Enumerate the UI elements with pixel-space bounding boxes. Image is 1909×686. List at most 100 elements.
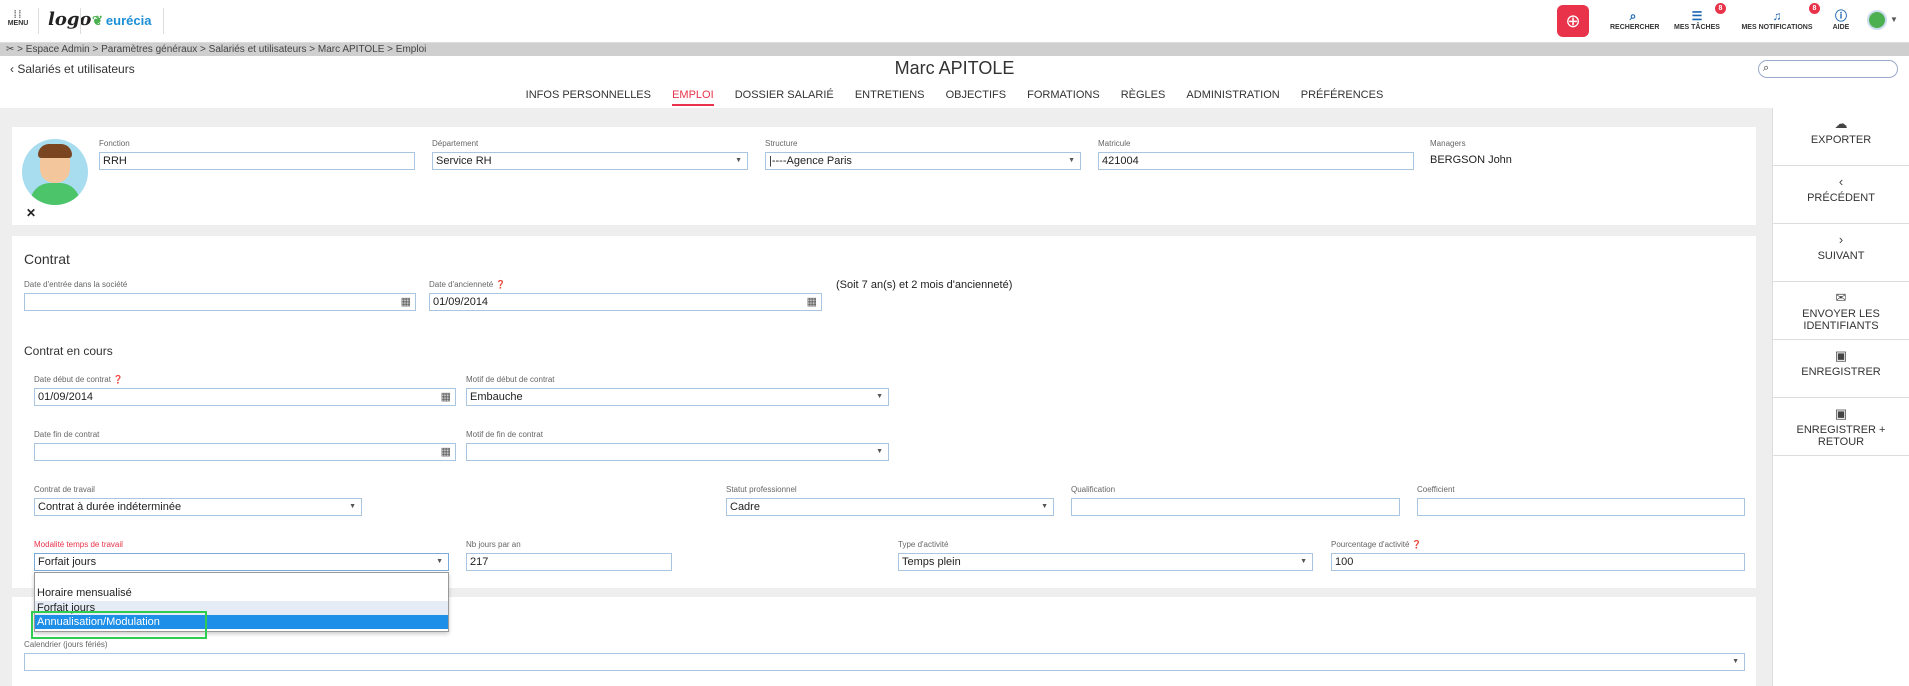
motif-debut-select[interactable]: Embauche ▼ — [466, 388, 889, 406]
search-icon: ⌕ — [1629, 9, 1637, 23]
tab-entretiens[interactable]: ENTRETIENS — [855, 89, 925, 104]
previous-button[interactable]: ‹ PRÉCÉDENT — [1773, 166, 1909, 224]
pourcentage-label: Pourcentage d'activité ❓ — [1331, 540, 1422, 549]
action-panel: ☁ EXPORTER ‹ PRÉCÉDENT › SUIVANT ✉ ENVOYER L… — [1772, 108, 1909, 686]
nb-jours-label: Nb jours par an — [466, 540, 521, 549]
floppy-icon: ▣ — [1834, 348, 1848, 363]
chevron-right-icon: › — [1838, 232, 1844, 247]
caret-down-icon: ▼ — [436, 558, 443, 565]
calendrier-select[interactable]: ▼ — [24, 653, 1745, 671]
profile-card — [12, 127, 1756, 225]
date-debut-input[interactable]: 01/09/2014 ▦ — [34, 388, 456, 406]
structure-label: Structure — [765, 139, 798, 148]
calendrier-label: Calendrier (jours fériés) — [24, 640, 108, 649]
tab-preferences[interactable]: PRÉFÉRENCES — [1301, 89, 1384, 104]
contrat-travail-select[interactable]: Contrat à durée indéterminée ▼ — [34, 498, 362, 516]
motif-debut-value: Embauche — [470, 391, 523, 403]
divider — [38, 8, 39, 34]
send-credentials-button[interactable]: ✉ ENVOYER LES IDENTIFIANTS — [1773, 282, 1909, 340]
date-anciennete-value: 01/09/2014 — [433, 296, 489, 308]
caret-down-icon[interactable]: ▼ — [1890, 15, 1898, 24]
help-icon: ⓘ — [1834, 9, 1847, 23]
menu-grid-icon: ⁞⁞ — [13, 9, 23, 21]
tab-dossier-salarie[interactable]: DOSSIER SALARIÉ — [735, 89, 834, 104]
managers-label: Managers — [1430, 139, 1466, 148]
calendar-icon[interactable]: ▦ — [807, 294, 817, 310]
next-button[interactable]: › SUIVANT — [1773, 224, 1909, 282]
date-debut-value: 01/09/2014 — [38, 391, 94, 403]
save-button[interactable]: ▣ ENREGISTRER — [1773, 340, 1909, 398]
header-search-input[interactable]: ⌕ — [1758, 60, 1898, 78]
structure-select[interactable]: |----Agence Paris ▼ — [765, 152, 1081, 170]
add-button[interactable]: ⊕ — [1557, 5, 1589, 37]
breadcrumb-path[interactable]: Espace Admin > Paramètres généraux > Sal… — [26, 44, 427, 55]
matricule-input[interactable]: 421004 — [1098, 152, 1414, 170]
info-icon[interactable]: ❓ — [113, 375, 123, 384]
tasks-tool[interactable]: ☰ 8 MES TÂCHES — [1674, 3, 1726, 31]
tab-infos-personnelles[interactable]: INFOS PERSONNELLES — [526, 89, 651, 104]
caret-down-icon: ▼ — [1068, 157, 1075, 164]
fonction-input[interactable]: RRH — [99, 152, 415, 170]
qualification-input[interactable] — [1071, 498, 1400, 516]
export-button[interactable]: ☁ EXPORTER — [1773, 108, 1909, 166]
divider — [163, 8, 164, 34]
managers-value: BERGSON John — [1430, 154, 1512, 166]
tab-administration[interactable]: ADMINISTRATION — [1186, 89, 1279, 104]
breadcrumb: ✂ > Espace Admin > Paramètres généraux >… — [0, 43, 1909, 56]
highlight-box — [31, 611, 207, 639]
statut-select[interactable]: Cadre ▼ — [726, 498, 1054, 516]
remove-photo-icon[interactable]: ✕ — [26, 206, 36, 220]
brand-logo[interactable]: ❦ eurécia — [92, 13, 151, 29]
notifications-tool[interactable]: ♫ 8 MES NOTIFICATIONS — [1740, 3, 1820, 31]
tab-regles[interactable]: RÈGLES — [1121, 89, 1166, 104]
tab-objectifs[interactable]: OBJECTIFS — [946, 89, 1007, 104]
type-activite-value: Temps plein — [902, 556, 961, 568]
coefficient-input[interactable] — [1417, 498, 1745, 516]
departement-label: Département — [432, 139, 479, 148]
menu-button[interactable]: ⁞⁞ MENU — [6, 9, 30, 28]
search-tool-label: RECHERCHER — [1610, 24, 1660, 31]
divider — [80, 8, 81, 34]
type-activite-select[interactable]: Temps plein ▼ — [898, 553, 1313, 571]
date-fin-input[interactable]: ▦ — [34, 443, 456, 461]
leaf-icon: ❦ — [92, 13, 103, 28]
pourcentage-label-text: Pourcentage d'activité — [1331, 540, 1410, 549]
date-entree-input[interactable]: ▦ — [24, 293, 416, 311]
menu-label: MENU — [7, 20, 29, 27]
info-icon[interactable]: ❓ — [1412, 540, 1422, 549]
nb-jours-input[interactable]: 217 — [466, 553, 672, 571]
date-anciennete-label-text: Date d'ancienneté — [429, 280, 494, 289]
help-tool-label: AIDE — [1832, 24, 1850, 31]
date-debut-label: Date début de contrat ❓ — [34, 375, 123, 384]
search-tool[interactable]: ⌕ RECHERCHER — [1610, 8, 1660, 31]
motif-fin-label: Motif de fin de contrat — [466, 430, 543, 439]
calendar-icon[interactable]: ▦ — [441, 389, 451, 405]
caret-down-icon: ▼ — [876, 448, 883, 455]
tab-bar: INFOS PERSONNELLES EMPLOI DOSSIER SALARI… — [0, 89, 1909, 106]
departement-select[interactable]: Service RH ▼ — [432, 152, 748, 170]
employee-avatar[interactable] — [22, 139, 88, 205]
avatar-hair — [38, 144, 72, 158]
info-icon[interactable]: ❓ — [495, 280, 505, 289]
modalite-select[interactable]: Forfait jours ▼ — [34, 553, 449, 571]
tasks-icon: ☰ 8 — [1674, 3, 1726, 24]
search-icon: ⌕ — [1763, 62, 1770, 74]
tools-icon[interactable]: ✂ — [6, 44, 14, 55]
export-label: EXPORTER — [1810, 134, 1872, 146]
tab-emploi[interactable]: EMPLOI — [672, 89, 714, 106]
brand-name: eurécia — [105, 13, 152, 28]
contrat-travail-label: Contrat de travail — [34, 485, 95, 494]
motif-fin-select[interactable]: ▼ — [466, 443, 889, 461]
calendar-icon[interactable]: ▦ — [441, 444, 451, 460]
tab-formations[interactable]: FORMATIONS — [1027, 89, 1100, 104]
dropdown-option[interactable]: Horaire mensualisé — [35, 586, 448, 600]
date-anciennete-input[interactable]: 01/09/2014 ▦ — [429, 293, 822, 311]
help-tool[interactable]: ⓘ AIDE — [1828, 8, 1854, 31]
save-return-button[interactable]: ▣ ENREGISTRER + RETOUR — [1773, 398, 1909, 456]
modalite-label: Modalité temps de travail — [34, 540, 123, 549]
caret-down-icon: ▼ — [1300, 558, 1307, 565]
pourcentage-input[interactable]: 100 — [1331, 553, 1745, 571]
calendar-icon[interactable]: ▦ — [401, 294, 411, 310]
user-avatar[interactable] — [1867, 10, 1887, 30]
top-bar: ⁞⁞ MENU logo ❦ eurécia ⊕ ⌕ RECHERCHER ☰ 8 … — [0, 0, 1909, 43]
